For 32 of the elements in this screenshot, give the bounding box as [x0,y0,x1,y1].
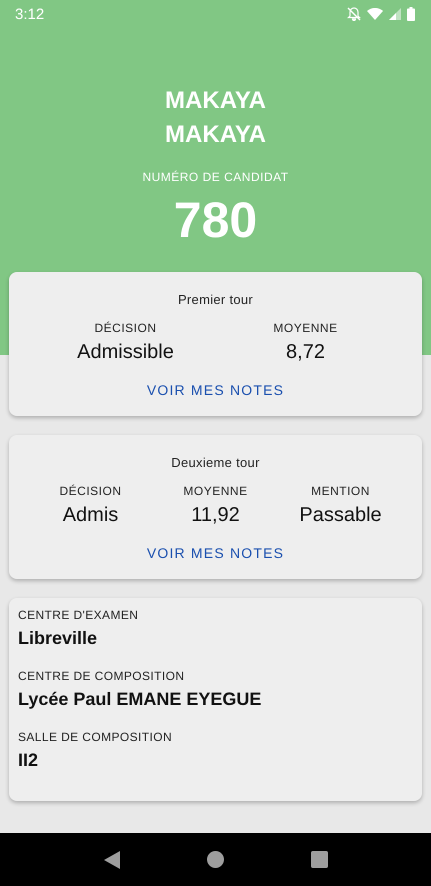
info-label: CENTRE DE COMPOSITION [18,669,184,683]
back-icon[interactable] [104,850,120,868]
result-label: MOYENNE [273,321,338,335]
result-value: Admissible [77,341,174,364]
result-label: MENTION [311,484,370,498]
candidate-number-label: NUMÉRO DE CANDIDAT [142,170,289,184]
result-label: MOYENNE [183,484,248,498]
result-label: DÉCISION [94,321,156,335]
home-icon[interactable] [206,851,224,868]
candidate-name: MAKAYA [165,120,266,150]
wifi-icon [367,8,383,20]
candidate-name: MAKAYA [165,86,266,116]
battery-icon [407,7,415,21]
result-value: 11,92 [191,504,240,527]
view-grades-button[interactable]: VOIR MES NOTES [138,378,292,402]
info-value: II2 [18,750,38,771]
round-title: Premier tour [178,292,254,307]
signal-icon [389,8,401,20]
bell-off-icon [347,7,361,21]
result-value: 8,72 [286,341,325,364]
candidate-number: 780 [174,191,258,250]
result-label: DÉCISION [59,484,122,498]
recents-icon[interactable] [310,851,328,868]
round-title: Deuxieme tour [171,455,260,470]
info-label: SALLE DE COMPOSITION [18,730,172,744]
result-value: Admis [62,504,118,527]
view-grades-button[interactable]: VOIR MES NOTES [138,541,292,565]
status-time: 3:12 [15,6,44,22]
info-value: Lycée Paul EMANE EYEGUE [18,689,262,710]
info-label: CENTRE D'EXAMEN [18,608,138,622]
info-value: Libreville [18,628,98,649]
result-value: Passable [299,504,382,527]
